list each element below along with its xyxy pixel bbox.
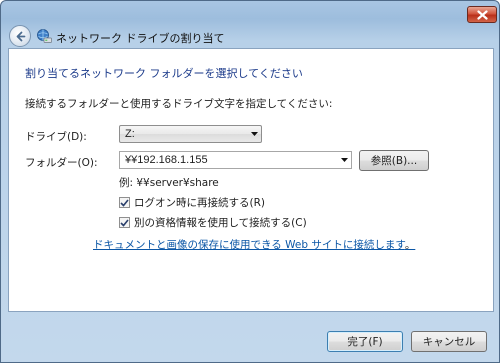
chevron-down-icon [340, 158, 348, 162]
instruction-text: 接続するフォルダーと使用するドライブ文字を指定してください: [25, 98, 333, 110]
dialog-content: 割り当てるネットワーク フォルダーを選択してください 接続するフォルダーと使用す… [8, 48, 494, 312]
reconnect-checkbox[interactable] [119, 197, 130, 208]
credentials-label: 別の資格情報を使用して接続する(C) [134, 217, 307, 229]
drive-select-value: Z: [125, 128, 135, 140]
checkmark-icon [120, 198, 129, 207]
folder-label: フォルダー(O): [25, 157, 98, 169]
back-arrow-icon [16, 31, 25, 41]
credentials-checkbox[interactable] [119, 217, 130, 228]
close-icon [476, 9, 488, 20]
example-text: 例: ¥¥server¥share [119, 177, 219, 189]
network-drive-icon [37, 29, 52, 43]
folder-history-dropdown[interactable] [337, 152, 351, 168]
folder-input-value: ¥¥192.168.1.155 [125, 154, 208, 166]
drive-select[interactable]: Z: [119, 125, 262, 143]
folder-input[interactable]: ¥¥192.168.1.155 [119, 151, 352, 169]
web-site-link[interactable]: ドキュメントと画像の保存に使用できる Web サイトに接続します。 [93, 237, 415, 252]
web-site-link-text[interactable]: ドキュメントと画像の保存に使用できる Web サイトに接続します [93, 239, 405, 251]
finish-button[interactable]: 完了(F) [327, 331, 403, 352]
reconnect-option[interactable]: ログオン時に再接続する(R) [119, 195, 265, 210]
dialog-window: ネットワーク ドライブの割り当て 割り当てるネットワーク フォルダーを選択してく… [0, 0, 500, 363]
browse-button[interactable]: 参照(B)... [359, 150, 429, 171]
credentials-option[interactable]: 別の資格情報を使用して接続する(C) [119, 215, 307, 230]
cancel-button[interactable]: キャンセル [411, 331, 487, 352]
checkmark-icon [120, 218, 129, 227]
drive-label: ドライブ(D): [25, 131, 87, 143]
link-suffix: 。 [404, 239, 416, 251]
close-button[interactable] [467, 6, 497, 23]
window-title: ネットワーク ドライブの割り当て [56, 32, 225, 45]
reconnect-label: ログオン時に再接続する(R) [134, 197, 265, 209]
back-button[interactable] [9, 25, 31, 47]
chevron-down-icon [250, 132, 258, 136]
main-instruction: 割り当てるネットワーク フォルダーを選択してください [25, 67, 303, 80]
dialog-header: ネットワーク ドライブの割り当て [3, 23, 499, 49]
